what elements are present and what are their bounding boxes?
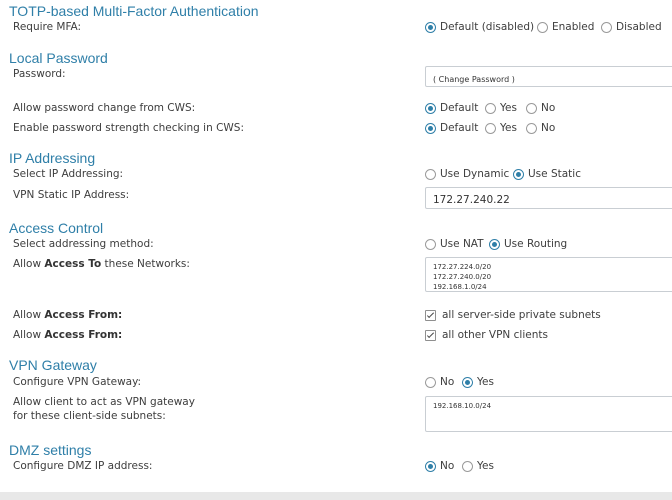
configure-vpn-gateway-label: Configure VPN Gateway: [13, 376, 142, 388]
radio-icon [462, 376, 473, 388]
client-subnets-textarea[interactable]: 192.168.10.0/24 [425, 396, 672, 432]
ip-option-dynamic[interactable]: Use Dynamic [425, 168, 509, 180]
allow-change-option-no[interactable]: No [526, 102, 555, 114]
strength-option-default[interactable]: Default [425, 122, 478, 134]
access-from-vpn-clients-checkbox[interactable]: all other VPN clients [425, 329, 548, 341]
gateway-option-yes[interactable]: Yes [462, 376, 494, 388]
method-option-nat[interactable]: Use NAT [425, 238, 484, 250]
change-password-link[interactable]: ( Change Password ) [426, 75, 522, 84]
radio-icon [485, 102, 496, 114]
subnet-entry: 192.168.10.0/24 [433, 402, 492, 410]
local-password-section-title: Local Password [9, 50, 108, 66]
dmz-section-title: DMZ settings [9, 442, 92, 458]
client-gateway-label-line1: Allow client to act as VPN gateway [13, 396, 195, 408]
allow-change-option-yes[interactable]: Yes [485, 102, 517, 114]
checkbox-icon [425, 329, 436, 341]
radio-icon [425, 102, 436, 114]
gateway-option-no[interactable]: No [425, 376, 454, 388]
mfa-option-disabled[interactable]: Disabled [601, 21, 662, 33]
radio-icon [425, 376, 436, 388]
radio-icon [425, 168, 436, 180]
network-entry: 192.168.1.0/24 [433, 283, 487, 291]
access-from-server-subnets-checkbox[interactable]: all server-side private subnets [425, 309, 601, 321]
radio-icon [425, 238, 436, 250]
access-to-networks-label: Allow Access To these Networks: [13, 258, 190, 270]
radio-icon [526, 122, 537, 134]
strength-option-no[interactable]: No [526, 122, 555, 134]
select-ip-addressing-label: Select IP Addressing: [13, 168, 124, 180]
configure-dmz-label: Configure DMZ IP address: [13, 460, 153, 472]
strength-option-yes[interactable]: Yes [485, 122, 517, 134]
access-from-label-1: Allow Access From: [13, 309, 123, 321]
require-mfa-label: Require MFA: [13, 21, 82, 33]
network-entry: 172.27.224.0/20 [433, 263, 492, 271]
radio-icon [489, 238, 500, 250]
change-password-field[interactable]: ( Change Password ) [425, 66, 672, 87]
addressing-method-label: Select addressing method: [13, 238, 154, 250]
access-from-label-2: Allow Access From: [13, 329, 123, 341]
radio-icon [526, 102, 537, 114]
dmz-option-no[interactable]: No [425, 460, 454, 472]
access-networks-textarea[interactable]: 172.27.224.0/20 172.27.240.0/20 192.168.… [425, 257, 672, 292]
bottom-divider [0, 492, 672, 500]
radio-icon [537, 21, 548, 33]
allow-change-option-default[interactable]: Default [425, 102, 478, 114]
vpn-gateway-section-title: VPN Gateway [9, 357, 97, 373]
radio-icon [462, 460, 473, 472]
radio-icon [513, 168, 524, 180]
radio-icon [425, 122, 436, 134]
password-label: Password: [13, 68, 66, 80]
mfa-option-default[interactable]: Default (disabled) [425, 21, 534, 33]
dmz-option-yes[interactable]: Yes [462, 460, 494, 472]
method-option-routing[interactable]: Use Routing [489, 238, 567, 250]
checkbox-icon [425, 309, 436, 321]
allow-password-change-label: Allow password change from CWS: [13, 102, 196, 114]
network-entry: 172.27.240.0/20 [433, 273, 492, 281]
ip-addressing-section-title: IP Addressing [9, 150, 96, 166]
mfa-option-enabled[interactable]: Enabled [537, 21, 594, 33]
radio-icon [485, 122, 496, 134]
ip-option-static[interactable]: Use Static [513, 168, 581, 180]
radio-icon [425, 460, 436, 472]
radio-icon [425, 21, 436, 33]
vpn-static-ip-input[interactable]: 172.27.240.22 [425, 187, 672, 209]
radio-icon [601, 21, 612, 33]
mfa-section-title: TOTP-based Multi-Factor Authentication [9, 3, 259, 19]
vpn-static-ip-label: VPN Static IP Address: [13, 189, 130, 201]
password-strength-label: Enable password strength checking in CWS… [13, 122, 244, 134]
access-control-section-title: Access Control [9, 220, 104, 236]
client-gateway-label-line2: for these client-side subnets: [13, 410, 166, 422]
